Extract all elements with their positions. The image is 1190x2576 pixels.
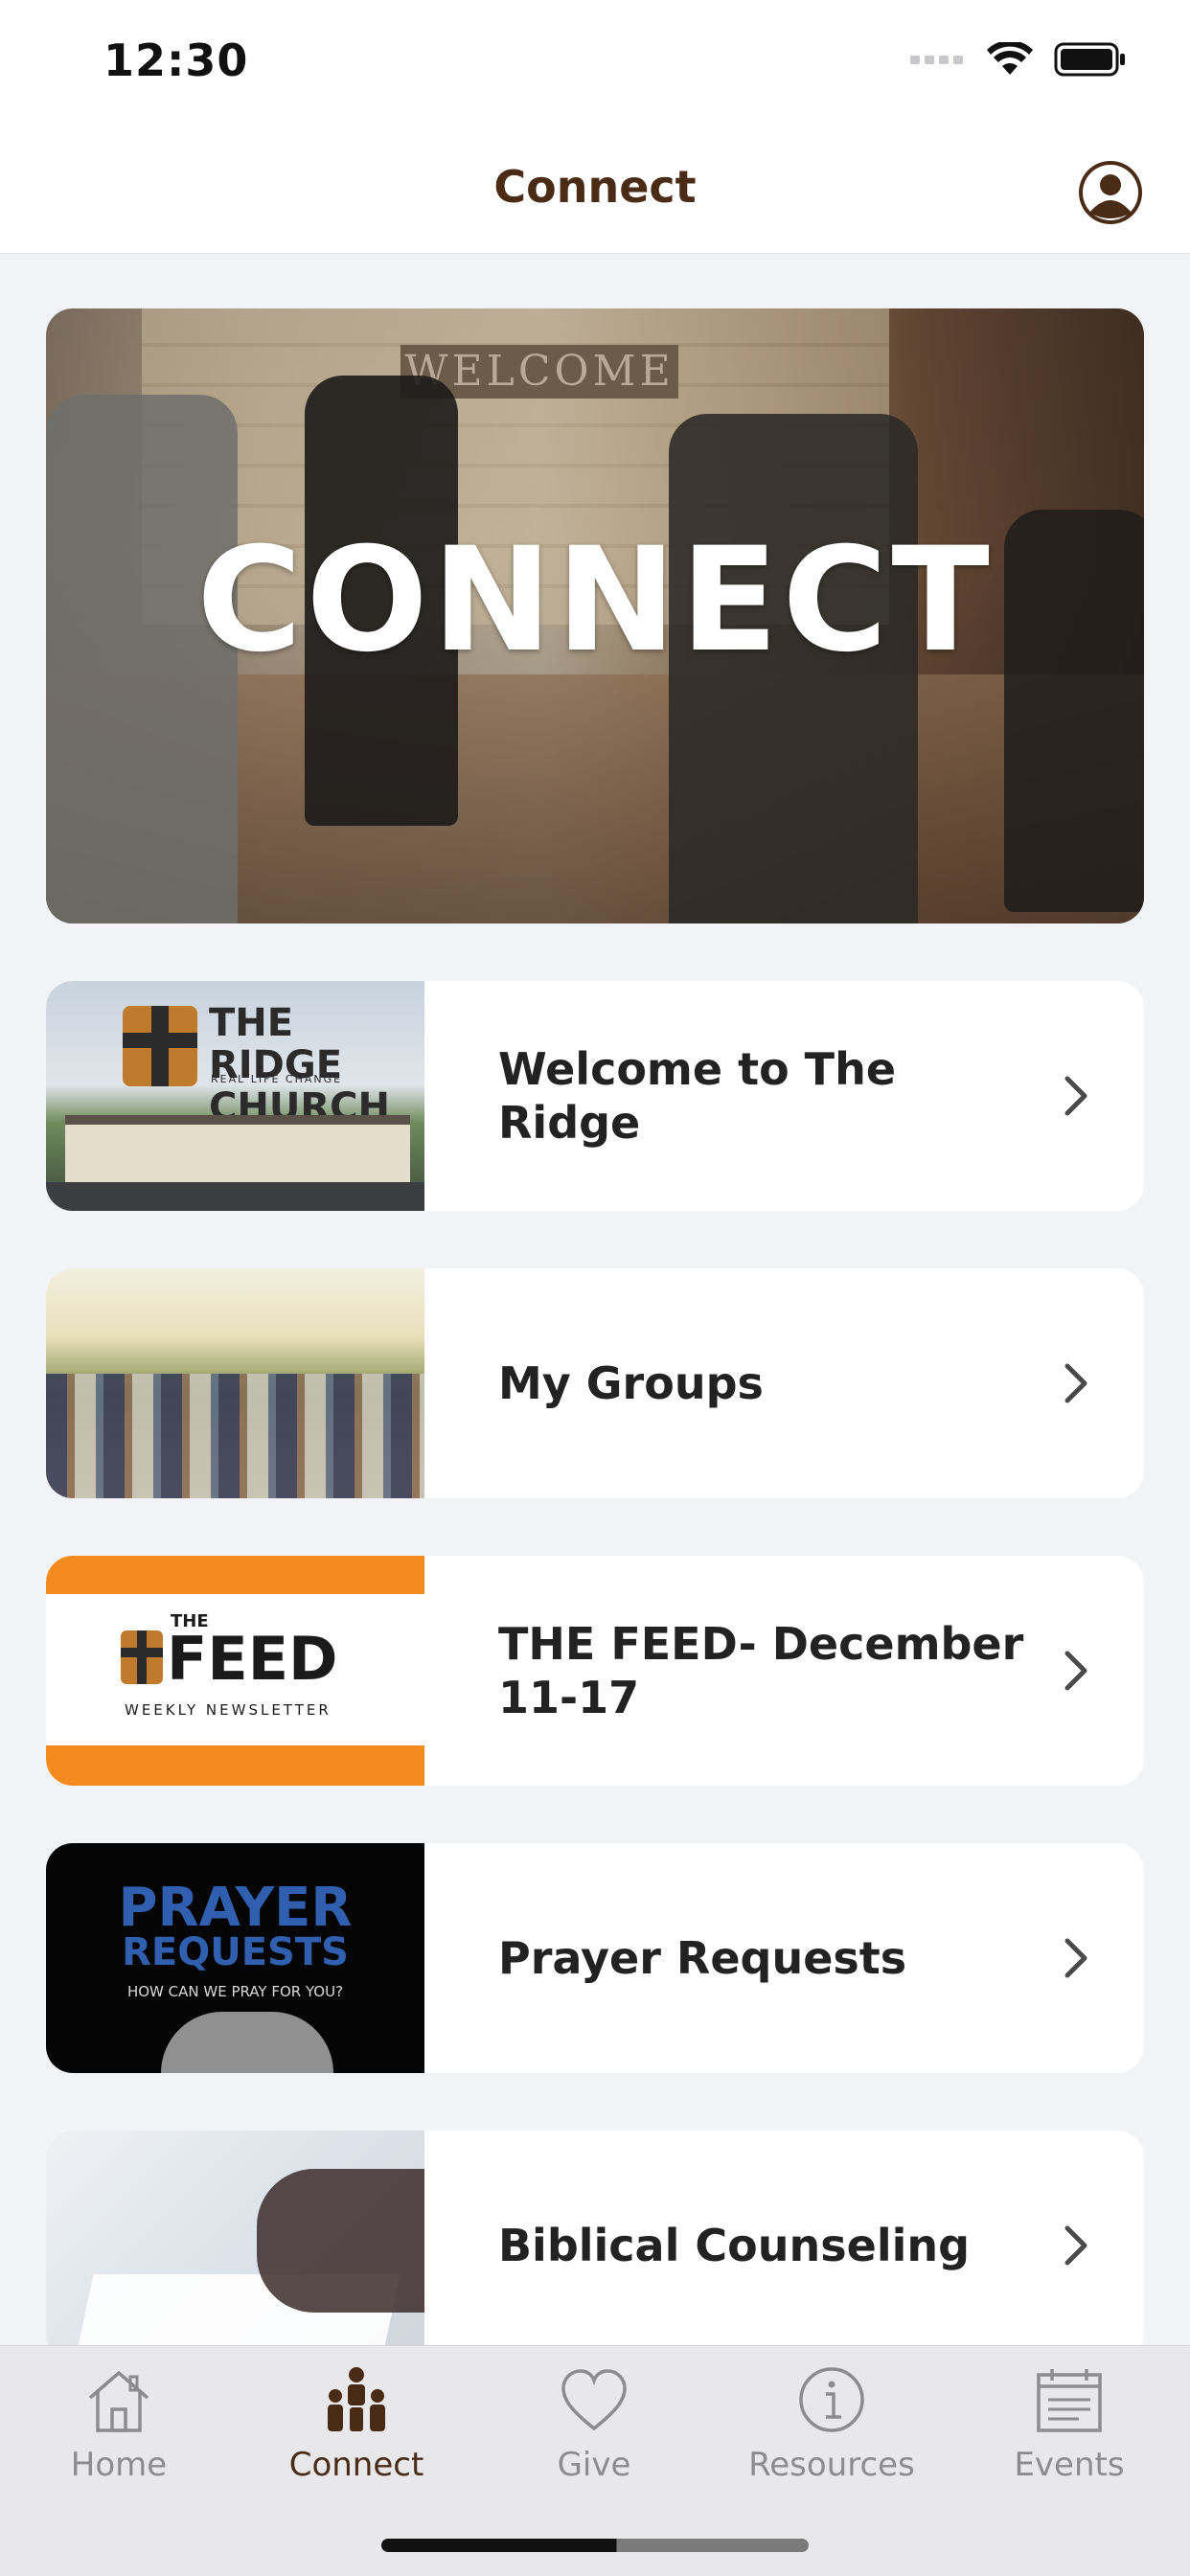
chevron-right-icon xyxy=(1064,1938,1087,1978)
list-item-label: Biblical Counseling xyxy=(498,2220,971,2271)
tab-label: Events xyxy=(1014,2446,1125,2484)
page-title: Connect xyxy=(493,161,697,213)
tab-label: Give xyxy=(557,2446,631,2484)
list-item-label: THE FEED- December 11-17 xyxy=(498,1618,1024,1723)
list-item-my-groups[interactable]: My Groups xyxy=(46,1268,1144,1498)
tab-label: Connect xyxy=(288,2446,424,2484)
list-item-the-feed[interactable]: THE FEED WEEKLY NEWSLETTER THE FEED- Dec… xyxy=(46,1556,1144,1786)
hero-title: CONNECT xyxy=(196,517,994,684)
church-logo-tagline: REAL LIFE CHANGE xyxy=(211,1073,343,1085)
chevron-right-icon xyxy=(1064,1363,1087,1403)
prayer-subtitle: HOW CAN WE PRAY FOR YOU? xyxy=(126,1983,344,2000)
calendar-icon xyxy=(1037,2369,1102,2432)
groups-thumbnail xyxy=(46,1268,424,1498)
group-people xyxy=(46,1374,424,1498)
church-logo: THE RIDGE CHURCH REAL LIFE CHANGE xyxy=(123,1000,390,1128)
counseling-thumbnail xyxy=(46,2131,424,2360)
feed-logo-panel: THE FEED WEEKLY NEWSLETTER xyxy=(46,1594,424,1745)
church-building xyxy=(65,1115,410,1192)
praying-hands xyxy=(161,2012,333,2073)
wifi-icon xyxy=(987,42,1033,75)
list-item-label: Prayer Requests xyxy=(498,1932,907,1984)
home-indicator xyxy=(381,2539,809,2552)
people-icon xyxy=(328,2367,385,2431)
home-icon xyxy=(88,2371,149,2432)
list-item-label: Welcome to The Ridge xyxy=(498,1043,897,1149)
feed-logo-text: FEED xyxy=(167,1624,338,1694)
prayer-title-line2: REQUESTS xyxy=(122,1930,349,1974)
welcome-thumbnail: THE RIDGE CHURCH REAL LIFE CHANGE xyxy=(46,981,424,1211)
feed-thumbnail: THE FEED WEEKLY NEWSLETTER xyxy=(46,1556,424,1786)
tab-home[interactable]: Home xyxy=(0,2346,238,2519)
list-item-label: My Groups xyxy=(498,1357,764,1409)
chevron-right-icon xyxy=(1064,1651,1087,1691)
profile-icon[interactable] xyxy=(1077,159,1144,226)
status-icons xyxy=(910,42,1127,77)
tab-connect[interactable]: Connect xyxy=(238,2346,475,2519)
status-bar: 12:30 xyxy=(0,0,1190,134)
chevron-right-icon xyxy=(1064,1076,1087,1116)
tab-label: Resources xyxy=(748,2446,915,2484)
prayer-title-line1: PRAYER xyxy=(118,1877,353,1939)
parking-lot xyxy=(46,1182,424,1211)
prayer-thumbnail: PRAYER REQUESTS HOW CAN WE PRAY FOR YOU? xyxy=(46,1843,424,2073)
list-item-welcome[interactable]: THE RIDGE CHURCH REAL LIFE CHANGE Welcom… xyxy=(46,981,1144,1211)
connect-list: THE RIDGE CHURCH REAL LIFE CHANGE Welcom… xyxy=(46,981,1144,2418)
tab-resources[interactable]: Resources xyxy=(713,2346,950,2519)
heart-icon xyxy=(561,2369,627,2431)
battery-icon xyxy=(1054,42,1125,77)
list-item-biblical-counseling[interactable]: Biblical Counseling xyxy=(46,2131,1144,2360)
hero-banner[interactable]: WELCOME CONNECT xyxy=(46,308,1144,923)
church-logo-text: THE RIDGE CHURCH xyxy=(209,1001,390,1129)
list-item-prayer-requests[interactable]: PRAYER REQUESTS HOW CAN WE PRAY FOR YOU?… xyxy=(46,1843,1144,2073)
info-icon xyxy=(799,2367,864,2432)
feed-logo-tagline: WEEKLY NEWSLETTER xyxy=(125,1701,332,1719)
status-time: 12:30 xyxy=(103,34,249,86)
navigation-bar: Connect xyxy=(0,134,1190,254)
signal-icon xyxy=(910,56,963,64)
hand-with-pen xyxy=(257,2169,424,2313)
tab-events[interactable]: Events xyxy=(950,2346,1188,2519)
chevron-right-icon xyxy=(1064,2225,1087,2266)
tab-give[interactable]: Give xyxy=(475,2346,713,2519)
tab-label: Home xyxy=(70,2446,168,2484)
